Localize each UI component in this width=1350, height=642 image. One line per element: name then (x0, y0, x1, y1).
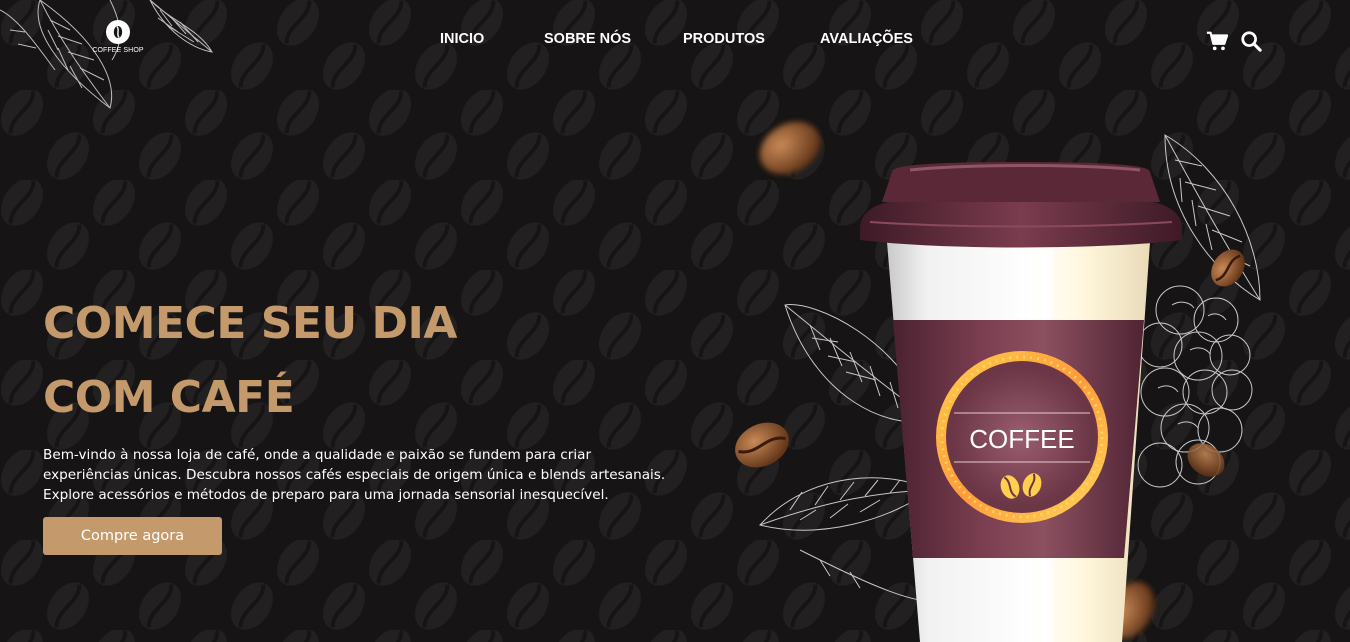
coffee-cup-illustration: COFFEE (735, 121, 1261, 642)
main-nav: INICIO SOBRE NÓS PRODUTOS AVALIAÇÕES (0, 31, 1350, 51)
hero-title: COMECE SEU DIA COM CAFÉ (43, 287, 723, 435)
hero-title-line-2: COM CAFÉ (43, 372, 295, 423)
hero-description: Bem-vindo à nossa loja de café, onde a q… (43, 445, 683, 505)
buy-now-button[interactable]: Compre agora (43, 517, 222, 555)
hero-description-line-3: Explore acessórios e métodos de preparo … (43, 487, 609, 503)
nav-link-avaliacoes[interactable]: AVALIAÇÕES (820, 31, 913, 47)
decorative-leaves-top-left (0, 0, 213, 109)
cup-label: COFFEE (969, 424, 1074, 454)
nav-link-inicio[interactable]: INICIO (440, 31, 484, 47)
hero-section: COMECE SEU DIA COM CAFÉ Bem-vindo à noss… (43, 287, 723, 555)
hero-title-line-1: COMECE SEU DIA (43, 298, 457, 349)
cart-icon[interactable] (1206, 30, 1228, 52)
nav-link-sobre-nos[interactable]: SOBRE NÓS (544, 31, 631, 47)
nav-link-produtos[interactable]: PRODUTOS (683, 31, 765, 47)
header-icons (1206, 30, 1262, 52)
hero-description-line-2: experiências únicas. Descubra nossos caf… (43, 467, 666, 483)
search-icon[interactable] (1240, 30, 1262, 52)
hero-description-line-1: Bem-vindo à nossa loja de café, onde a q… (43, 447, 592, 463)
